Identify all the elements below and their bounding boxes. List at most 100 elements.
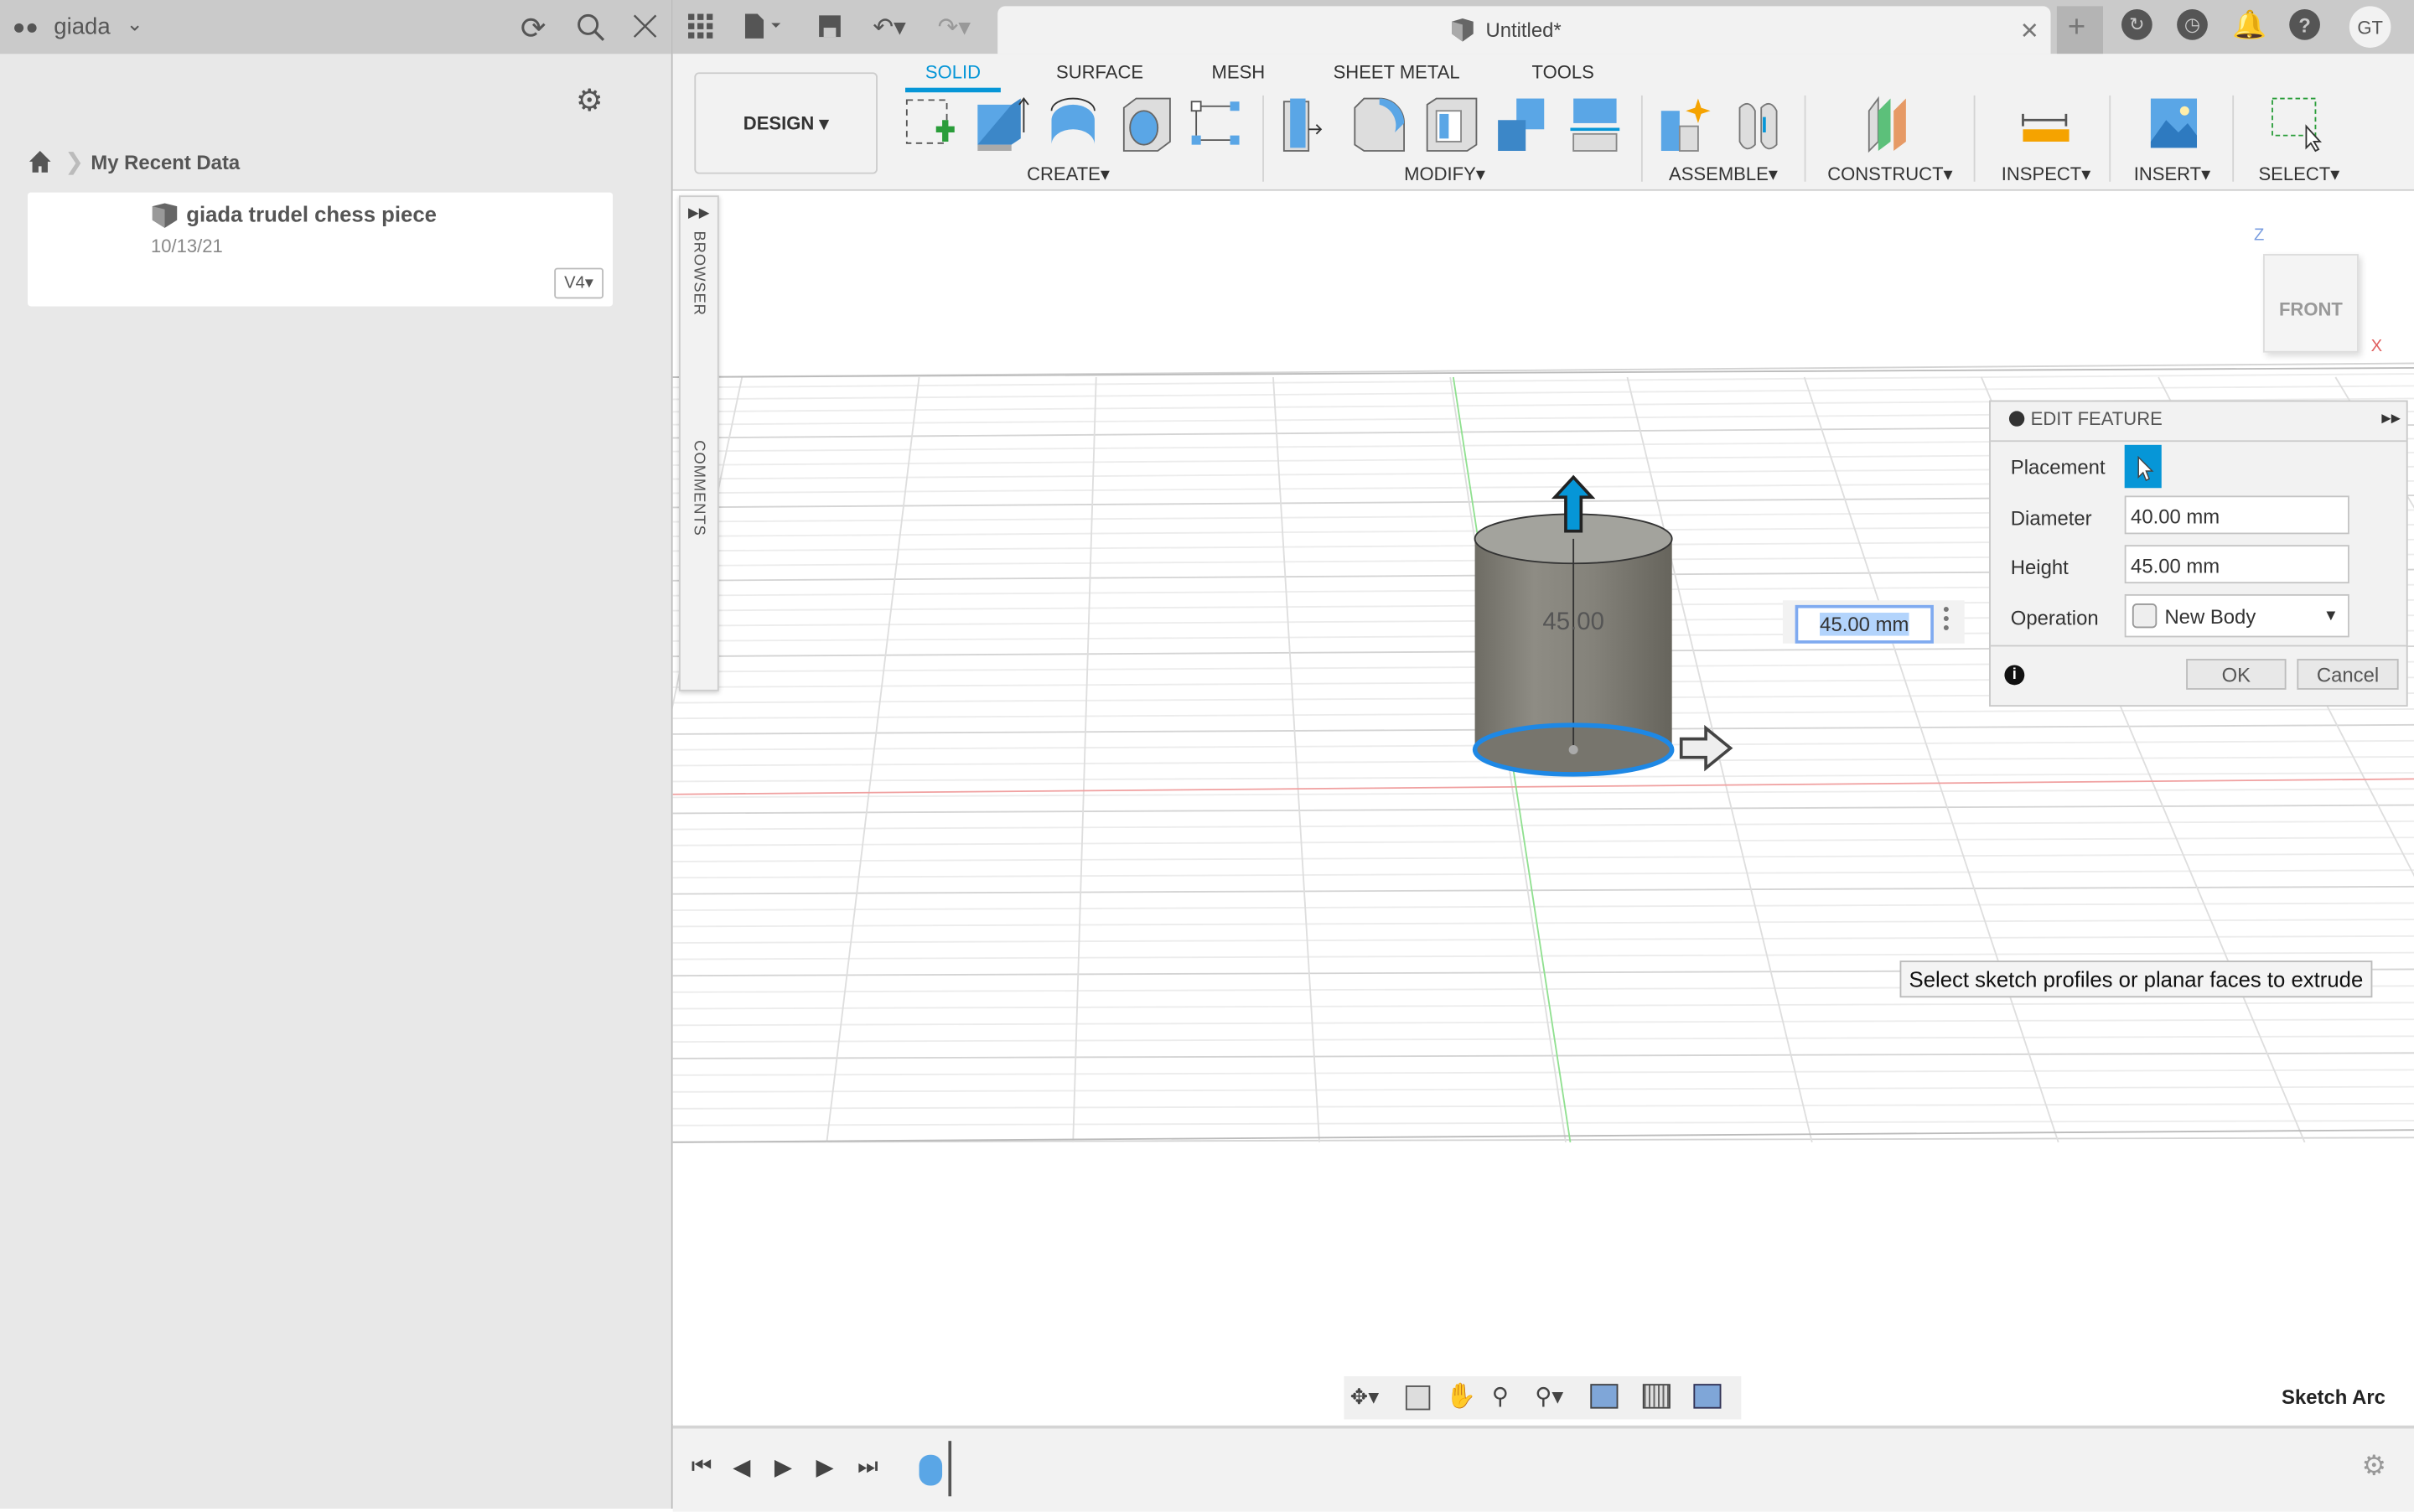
- undo-icon[interactable]: ↶▾: [873, 13, 905, 44]
- grid-settings-icon[interactable]: [1642, 1384, 1671, 1409]
- viewports-icon[interactable]: [1693, 1384, 1722, 1409]
- file-card[interactable]: giada trudel chess piece 10/13/21 V4▾: [28, 192, 614, 307]
- step-forward-icon[interactable]: ▶: [816, 1453, 833, 1481]
- timeline-settings-gear-icon[interactable]: ⚙: [2362, 1450, 2387, 1483]
- operation-dropdown[interactable]: New Body ▼: [2124, 593, 2349, 638]
- breadcrumb[interactable]: My Recent Data: [91, 151, 240, 174]
- insert-image-icon[interactable]: [2147, 96, 2203, 154]
- comments-tab[interactable]: COMMENTS: [690, 440, 707, 536]
- create-sketch-icon[interactable]: [902, 96, 957, 154]
- info-icon[interactable]: i: [2004, 665, 2025, 686]
- breadcrumb-separator-icon: ❯: [65, 149, 85, 176]
- construct-menu[interactable]: CONSTRUCT▾: [1827, 163, 1952, 185]
- extrude-icon[interactable]: [975, 96, 1030, 154]
- placement-select-button[interactable]: [2124, 444, 2162, 489]
- gear-icon[interactable]: ⚙: [576, 81, 604, 120]
- height-input[interactable]: 45.00 mm: [2124, 545, 2349, 584]
- assemble-menu[interactable]: ASSEMBLE▾: [1669, 163, 1778, 185]
- collapse-icon[interactable]: [2008, 411, 2025, 427]
- more-options-icon[interactable]: • • •: [1943, 600, 1950, 637]
- cylinder-body[interactable]: [1448, 462, 1755, 816]
- diameter-label: Diameter: [2010, 506, 2092, 530]
- go-to-end-icon[interactable]: ⏭: [857, 1453, 878, 1479]
- team-name[interactable]: giada: [54, 14, 110, 40]
- plus-icon: +: [2067, 10, 2086, 45]
- save-icon[interactable]: [817, 14, 842, 47]
- measure-icon[interactable]: [2018, 96, 2074, 154]
- go-to-start-icon[interactable]: ⏮: [692, 1453, 712, 1479]
- grid-line: [672, 385, 2414, 401]
- pattern-icon[interactable]: [1189, 96, 1244, 154]
- look-at-icon[interactable]: [1405, 1385, 1431, 1411]
- search-icon[interactable]: [576, 13, 607, 51]
- home-icon[interactable]: [28, 149, 52, 182]
- combine-icon[interactable]: [1495, 96, 1550, 154]
- display-settings-icon[interactable]: [1590, 1384, 1619, 1409]
- tab-surface[interactable]: SURFACE: [1056, 61, 1143, 83]
- version-dropdown[interactable]: V4▾: [554, 267, 604, 299]
- orbit-icon[interactable]: ✥▾: [1350, 1384, 1379, 1410]
- step-back-icon[interactable]: ◀: [733, 1453, 750, 1481]
- timeline-marker[interactable]: [948, 1441, 952, 1497]
- pan-hand-icon[interactable]: ✋: [1446, 1381, 1477, 1412]
- fillet-icon[interactable]: [1352, 96, 1407, 154]
- dialog-title: EDIT FEATURE: [2030, 407, 2163, 430]
- edit-feature-dialog: EDIT FEATURE ▶▶ Placement Diameter 40.00…: [1989, 400, 2408, 707]
- browser-tab[interactable]: BROWSER: [690, 231, 707, 316]
- dialog-header[interactable]: EDIT FEATURE ▶▶: [1990, 401, 2406, 443]
- tab-sheet-metal[interactable]: SHEET METAL: [1334, 61, 1460, 83]
- assemble-menu-label: ASSEMBLE: [1669, 163, 1769, 185]
- ok-button[interactable]: OK: [2186, 659, 2287, 690]
- help-icon[interactable]: ?: [2289, 9, 2320, 40]
- height-dimension-input[interactable]: 45.00 mm: [1795, 604, 1934, 644]
- apps-grid-icon[interactable]: [688, 13, 713, 47]
- close-icon[interactable]: [633, 14, 657, 47]
- expand-dialog-icon[interactable]: ▶▶: [2381, 411, 2401, 425]
- file-menu-icon[interactable]: [742, 13, 785, 48]
- refresh-icon[interactable]: ⟳: [521, 9, 547, 48]
- file-name[interactable]: giada trudel chess piece: [186, 202, 437, 226]
- hole-icon[interactable]: [1117, 96, 1173, 154]
- select-window-icon[interactable]: [2269, 96, 2324, 154]
- new-component-icon[interactable]: [1658, 96, 1713, 154]
- workspace-dropdown[interactable]: DESIGN ▾: [694, 72, 878, 174]
- shell-icon[interactable]: [1424, 96, 1479, 154]
- select-menu[interactable]: SELECT▾: [2258, 163, 2339, 185]
- create-menu[interactable]: CREATE▾: [1027, 163, 1110, 185]
- operation-value: New Body: [2164, 604, 2256, 629]
- job-status-icon[interactable]: ◷: [2177, 9, 2208, 40]
- notifications-bell-icon[interactable]: 🔔: [2232, 9, 2266, 42]
- version-label: V4: [564, 273, 585, 293]
- view-cube[interactable]: Z FRONT X: [2248, 223, 2402, 361]
- chevron-down-icon[interactable]: ⌄: [127, 13, 143, 37]
- diameter-input[interactable]: 40.00 mm: [2124, 495, 2349, 535]
- zoom-icon[interactable]: ⚲: [1492, 1382, 1509, 1410]
- redo-icon[interactable]: ↷▾: [938, 13, 971, 44]
- cancel-button[interactable]: Cancel: [2297, 659, 2399, 690]
- insert-menu[interactable]: INSERT▾: [2134, 163, 2211, 185]
- tab-solid[interactable]: SOLID: [925, 61, 981, 83]
- tab-tools[interactable]: TOOLS: [1532, 61, 1594, 83]
- new-tab-button[interactable]: +: [2056, 6, 2103, 54]
- fit-window-icon[interactable]: ⚲▾: [1535, 1382, 1563, 1410]
- browser-panel-collapsed[interactable]: ▶▶ BROWSER COMMENTS: [678, 195, 719, 691]
- extensions-icon[interactable]: ↻: [2121, 9, 2152, 40]
- split-body-icon[interactable]: [1567, 96, 1623, 154]
- expand-icon[interactable]: ▶▶: [688, 205, 709, 221]
- revolve-icon[interactable]: [1045, 96, 1101, 154]
- modify-menu[interactable]: MODIFY▾: [1404, 163, 1485, 185]
- tab-mesh[interactable]: MESH: [1212, 61, 1266, 83]
- joint-icon[interactable]: [1730, 96, 1785, 154]
- inspect-menu[interactable]: INSPECT▾: [2002, 163, 2091, 185]
- close-tab-icon[interactable]: ✕: [2020, 17, 2039, 44]
- grid-line: [672, 1052, 2414, 1059]
- document-title: Untitled*: [1485, 18, 1562, 42]
- press-pull-icon[interactable]: [1281, 96, 1336, 154]
- play-icon[interactable]: ▶: [774, 1453, 792, 1481]
- user-avatar[interactable]: GT: [2349, 6, 2391, 48]
- view-cube-front-face[interactable]: FRONT: [2262, 254, 2359, 353]
- timeline-extrude-feature-icon[interactable]: [919, 1454, 943, 1486]
- dropdown-arrow-icon: ▼: [2323, 608, 2339, 625]
- offset-plane-icon[interactable]: [1862, 96, 1918, 154]
- document-tab[interactable]: Untitled* ✕: [997, 6, 2051, 54]
